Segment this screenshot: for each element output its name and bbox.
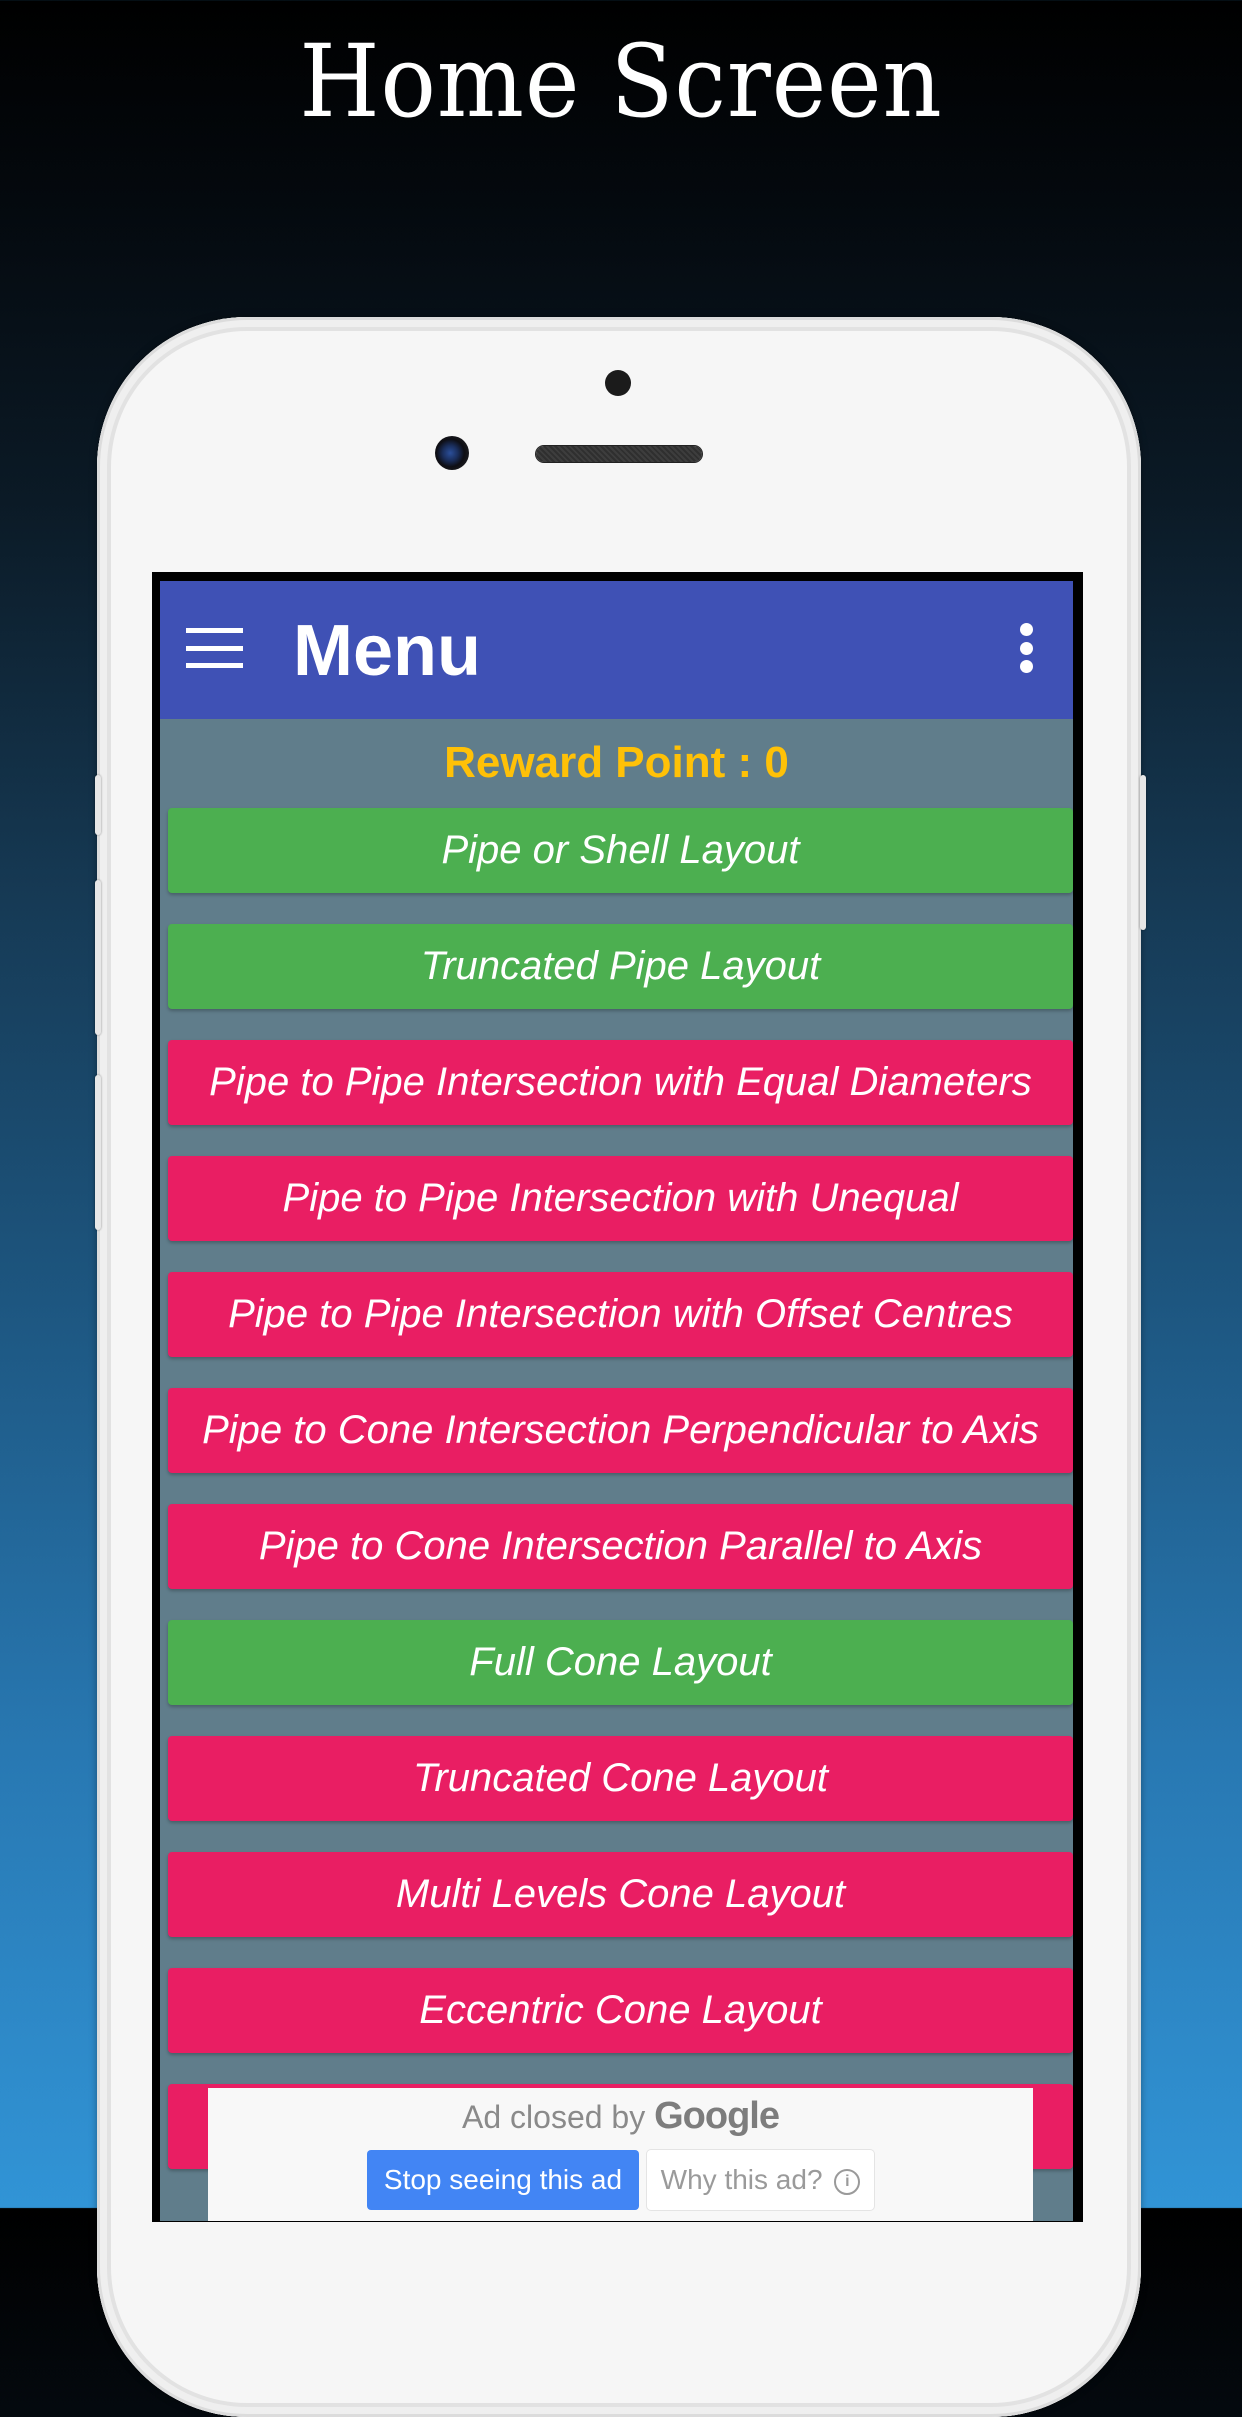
why-this-ad-label: Why this ad? <box>660 2164 823 2195</box>
menu-item-pipe-to-cone-perpendicular[interactable]: Pipe to Cone Intersection Perpendicular … <box>168 1388 1073 1473</box>
menu-item-pipe-to-cone-parallel[interactable]: Pipe to Cone Intersection Parallel to Ax… <box>168 1504 1073 1589</box>
reward-points-label: Reward Point : 0 <box>444 738 789 787</box>
menu-item-pipe-to-pipe-equal-diameters[interactable]: Pipe to Pipe Intersection with Equal Dia… <box>168 1040 1073 1125</box>
menu-item-pipe-to-pipe-unequal[interactable]: Pipe to Pipe Intersection with Unequal <box>168 1156 1073 1241</box>
ad-banner-closed: Ad closed by Google Stop seeing this ad … <box>208 2088 1033 2221</box>
front-camera-icon <box>435 436 469 470</box>
app-window: Menu Reward Point : 0 Pipe or Shell Layo… <box>160 581 1073 2221</box>
menu-item-multi-levels-cone-layout[interactable]: Multi Levels Cone Layout <box>168 1852 1073 1937</box>
proximity-sensor-icon <box>605 370 631 396</box>
phone-silent-switch <box>95 775 101 835</box>
stop-seeing-ad-button[interactable]: Stop seeing this ad <box>367 2150 639 2210</box>
phone-volume-down-button <box>95 1075 101 1230</box>
google-logo: Google <box>654 2095 780 2137</box>
menu-item-eccentric-cone-layout[interactable]: Eccentric Cone Layout <box>168 1968 1073 2053</box>
menu-item-full-cone-layout[interactable]: Full Cone Layout <box>168 1620 1073 1705</box>
ad-closed-label: Ad closed by <box>462 2099 646 2135</box>
menu-item-truncated-pipe-layout[interactable]: Truncated Pipe Layout <box>168 924 1073 1009</box>
phone-volume-up-button <box>95 880 101 1035</box>
app-toolbar: Menu <box>160 581 1073 719</box>
phone-power-button <box>1140 775 1146 930</box>
menu-item-pipe-to-pipe-offset-centres[interactable]: Pipe to Pipe Intersection with Offset Ce… <box>168 1272 1073 1357</box>
toolbar-title: Menu <box>293 611 481 691</box>
earpiece-speaker-icon <box>536 446 702 462</box>
why-this-ad-button[interactable]: Why this ad? i <box>647 2150 874 2210</box>
page-headline: Home Screen <box>299 23 943 140</box>
hamburger-menu-icon[interactable] <box>186 628 243 668</box>
menu-item-truncated-cone-layout[interactable]: Truncated Cone Layout <box>168 1736 1073 1821</box>
more-vertical-icon[interactable] <box>1012 621 1042 679</box>
menu-list: Pipe or Shell Layout Truncated Pipe Layo… <box>168 808 1073 2200</box>
menu-item-pipe-or-shell-layout[interactable]: Pipe or Shell Layout <box>168 808 1073 893</box>
ad-closed-text: Ad closed by Google <box>208 2096 1033 2137</box>
info-icon: i <box>834 2168 861 2195</box>
